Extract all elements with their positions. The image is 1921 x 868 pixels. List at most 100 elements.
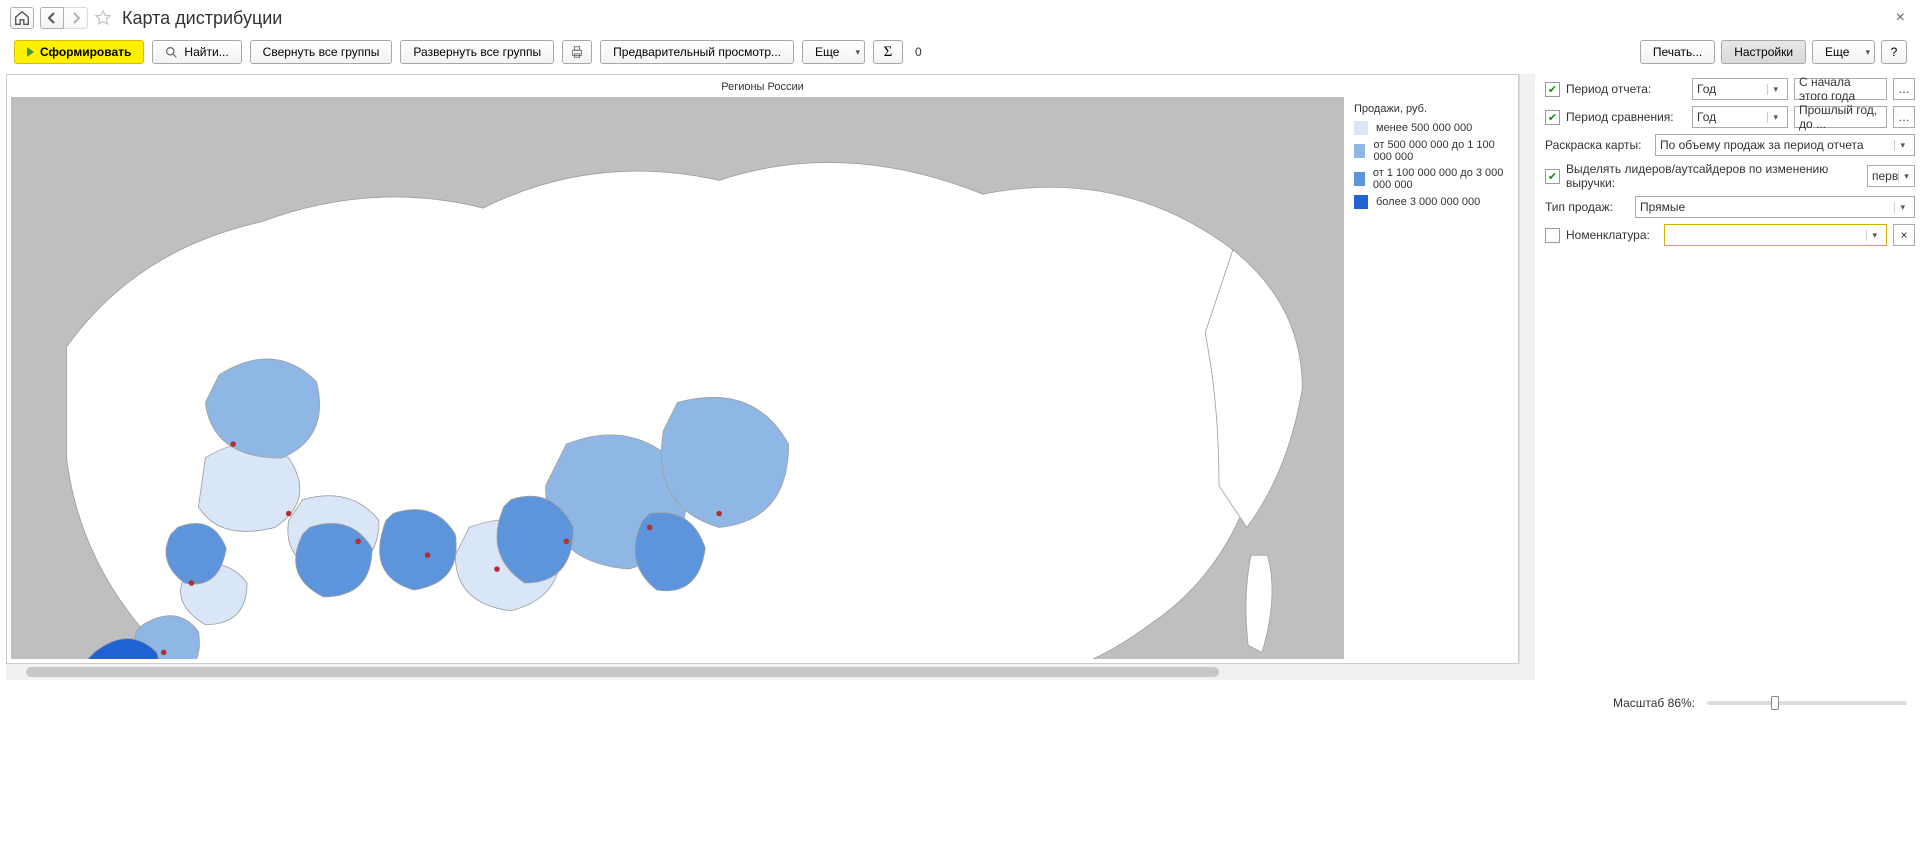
nomenclature-clear[interactable]: ×: [1893, 224, 1915, 246]
highlight-row: ✔ Выделять лидеров/аутсайдеров по измене…: [1545, 162, 1915, 190]
generate-label: Сформировать: [40, 45, 131, 59]
period-report-more[interactable]: …: [1893, 78, 1915, 100]
scroll-thumb[interactable]: [26, 667, 1219, 677]
map-column: Регионы России: [6, 74, 1535, 680]
home-button[interactable]: [10, 7, 34, 29]
print-button[interactable]: Печать...: [1640, 40, 1715, 64]
chevron-down-icon: ▾: [1866, 230, 1882, 241]
sigma-button[interactable]: Σ: [873, 40, 903, 64]
arrow-left-icon: [46, 12, 58, 24]
home-icon: [13, 9, 31, 27]
printer-icon: [570, 45, 584, 59]
forward-button[interactable]: [64, 7, 88, 29]
sale-type-row: Тип продаж: Прямые ▾: [1545, 196, 1915, 218]
toolbar: Сформировать Найти... Свернуть все групп…: [0, 36, 1921, 74]
zoom-knob[interactable]: [1771, 696, 1779, 710]
legend-row: от 1 100 000 000 до 3 000 000 000: [1354, 167, 1508, 191]
generate-button[interactable]: Сформировать: [14, 40, 144, 64]
search-icon: [165, 46, 178, 59]
expand-all-button[interactable]: Развернуть все группы: [400, 40, 554, 64]
close-button[interactable]: ×: [1890, 9, 1911, 27]
period-compare-value: Год: [1697, 110, 1716, 124]
period-compare-range[interactable]: Прошлый год, до ...: [1794, 106, 1887, 128]
period-compare-select[interactable]: Год ▾: [1692, 106, 1788, 128]
map-frame: Регионы России: [6, 74, 1519, 664]
toolbar-more-button[interactable]: Еще: [802, 40, 865, 64]
nomenclature-label: Номенклатура:: [1566, 228, 1658, 242]
nomenclature-checkbox[interactable]: ✔: [1545, 228, 1560, 243]
sigma-icon: Σ: [884, 44, 893, 61]
legend-row: менее 500 000 000: [1354, 121, 1508, 135]
panel-more-button[interactable]: Еще: [1812, 40, 1875, 64]
period-report-checkbox[interactable]: ✔: [1545, 82, 1560, 97]
find-label: Найти...: [184, 45, 228, 59]
nav-history-group: [40, 7, 88, 29]
sale-type-label: Тип продаж:: [1545, 200, 1629, 214]
preview-label: Предварительный просмотр...: [613, 45, 781, 59]
horizontal-scrollbar[interactable]: [6, 664, 1535, 680]
sale-type-select[interactable]: Прямые ▾: [1635, 196, 1915, 218]
chevron-down-icon: ▾: [1898, 171, 1914, 182]
highlight-select[interactable]: перв▾: [1867, 165, 1915, 187]
topbar: Карта дистрибуции ×: [0, 0, 1921, 36]
highlight-label: Выделять лидеров/аутсайдеров по изменени…: [1566, 162, 1861, 190]
highlight-checkbox[interactable]: ✔: [1545, 169, 1560, 184]
period-compare-row: ✔ Период сравнения: Год ▾ Прошлый год, до…: [1545, 106, 1915, 128]
toolbar-more-label: Еще: [815, 45, 839, 59]
period-report-range-value: С начала этого года: [1799, 75, 1882, 103]
collapse-all-button[interactable]: Свернуть все группы: [250, 40, 393, 64]
main: Регионы России: [0, 74, 1921, 686]
sale-type-value: Прямые: [1640, 200, 1685, 214]
legend-swatch: [1354, 121, 1368, 135]
period-compare-range-value: Прошлый год, до ...: [1799, 103, 1882, 131]
settings-panel: ✔ Период отчета: Год ▾ С начала этого год…: [1545, 74, 1915, 680]
legend-row: от 500 000 000 до 1 100 000 000: [1354, 139, 1508, 163]
toolbar-right: Печать... Настройки Еще ?: [1640, 40, 1907, 64]
play-icon: [27, 47, 34, 57]
map-canvas[interactable]: [11, 97, 1344, 659]
zoom-slider[interactable]: [1707, 701, 1907, 705]
nomenclature-select[interactable]: ▾: [1664, 224, 1887, 246]
legend-row: более 3 000 000 000: [1354, 195, 1508, 209]
period-report-range[interactable]: С начала этого года: [1794, 78, 1887, 100]
print-icon-button[interactable]: [562, 40, 592, 64]
period-report-value: Год: [1697, 82, 1716, 96]
expand-all-label: Развернуть все группы: [413, 45, 541, 59]
legend-label: от 1 100 000 000 до 3 000 000 000: [1373, 167, 1508, 191]
period-report-label: Период отчета:: [1566, 82, 1686, 96]
chevron-down-icon: ▾: [1894, 202, 1910, 213]
map-legend: Продажи, руб. менее 500 000 000 от 500 0…: [1344, 97, 1514, 659]
find-button[interactable]: Найти...: [152, 40, 241, 64]
vertical-scrollbar[interactable]: [1519, 74, 1535, 664]
coloring-select[interactable]: По объему продаж за период отчета ▾: [1655, 134, 1915, 156]
period-compare-checkbox[interactable]: ✔: [1545, 110, 1560, 125]
collapse-all-label: Свернуть все группы: [263, 45, 380, 59]
arrow-right-icon: [70, 12, 82, 24]
legend-label: более 3 000 000 000: [1376, 196, 1480, 208]
footer: Масштаб 86%:: [0, 686, 1921, 714]
settings-button[interactable]: Настройки: [1721, 40, 1806, 64]
period-report-row: ✔ Период отчета: Год ▾ С начала этого год…: [1545, 78, 1915, 100]
favorite-star-icon[interactable]: [94, 9, 112, 27]
chevron-down-icon: ▾: [1767, 112, 1783, 123]
legend-swatch: [1354, 172, 1365, 186]
coloring-label: Раскраска карты:: [1545, 138, 1649, 152]
period-compare-more[interactable]: …: [1893, 106, 1915, 128]
coloring-row: Раскраска карты: По объему продаж за пер…: [1545, 134, 1915, 156]
scale-label: Масштаб 86%:: [1613, 696, 1695, 710]
legend-swatch: [1354, 195, 1368, 209]
period-report-select[interactable]: Год ▾: [1692, 78, 1788, 100]
period-compare-label: Период сравнения:: [1566, 110, 1686, 124]
preview-button[interactable]: Предварительный просмотр...: [600, 40, 794, 64]
help-button[interactable]: ?: [1881, 40, 1907, 64]
map-title: Регионы России: [11, 79, 1514, 97]
map-body: Продажи, руб. менее 500 000 000 от 500 0…: [11, 97, 1514, 659]
russia-map: [11, 97, 1344, 659]
legend-title: Продажи, руб.: [1354, 103, 1508, 115]
legend-label: от 500 000 000 до 1 100 000 000: [1373, 139, 1508, 163]
coloring-value: По объему продаж за период отчета: [1660, 138, 1864, 152]
back-button[interactable]: [40, 7, 64, 29]
chevron-down-icon: ▾: [1767, 84, 1783, 95]
nomenclature-row: ✔ Номенклатура: ▾ ×: [1545, 224, 1915, 246]
chevron-down-icon: ▾: [1894, 140, 1910, 151]
